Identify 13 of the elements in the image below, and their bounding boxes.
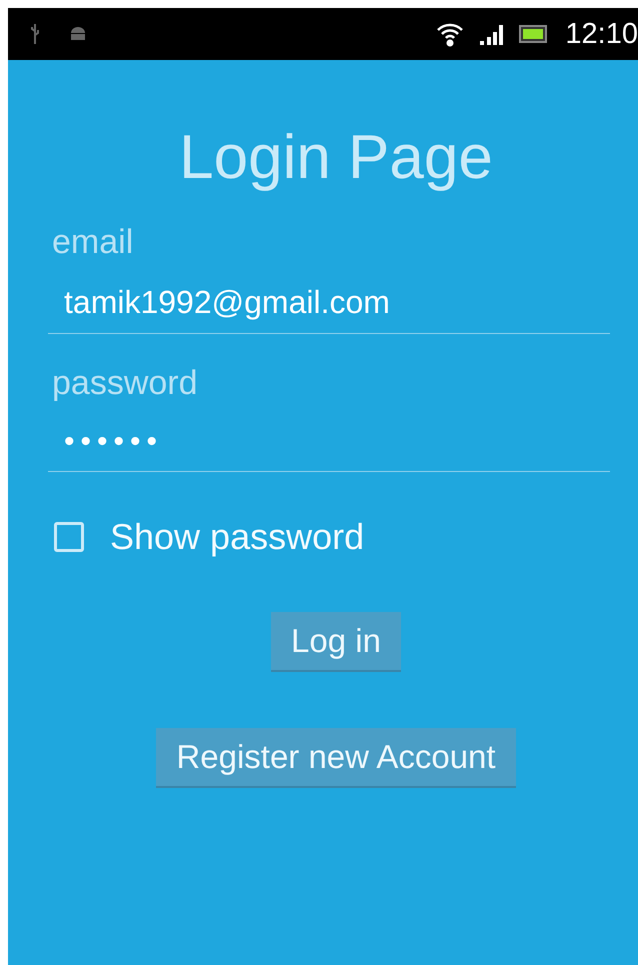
signal-icon	[479, 22, 506, 46]
checkbox-label[interactable]: Show password	[110, 516, 364, 558]
field-label: email	[52, 223, 134, 262]
email-field[interactable]: tamik1992@gmail.com	[48, 284, 610, 334]
login-button[interactable]: Log in	[271, 612, 401, 672]
page-title: Login Page	[178, 122, 494, 193]
register-button[interactable]: Register new Account	[156, 728, 516, 788]
clock-time: 12:10	[565, 18, 638, 50]
checkbox[interactable]	[54, 522, 84, 552]
usb-icon	[30, 23, 40, 45]
battery-icon	[519, 24, 548, 44]
password-field[interactable]: ••••••	[48, 425, 610, 472]
field-label: password	[52, 364, 199, 403]
